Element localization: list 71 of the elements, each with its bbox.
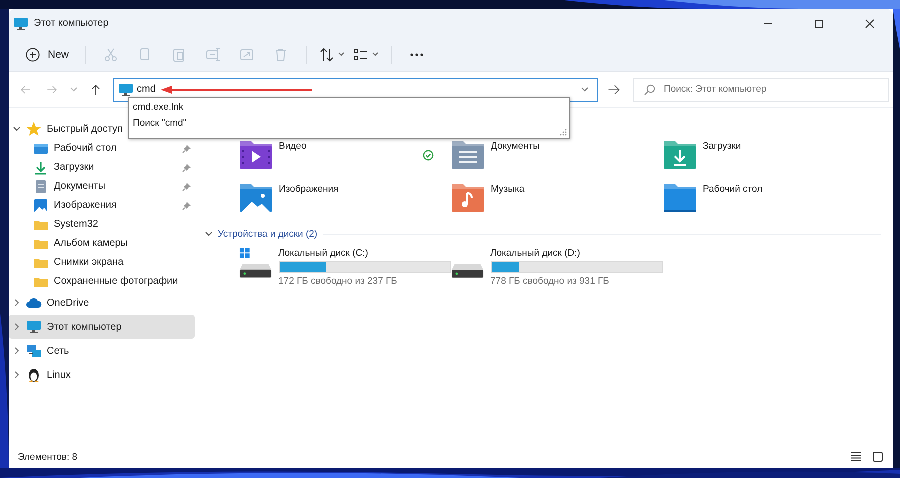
search-icon	[644, 84, 656, 96]
download-folder-icon	[663, 140, 697, 170]
sidebar-item[interactable]: Linux	[9, 363, 71, 387]
new-button[interactable]: New	[17, 42, 78, 68]
chevron-icon[interactable]	[13, 323, 21, 331]
more-icon	[410, 52, 424, 56]
folder-item[interactable]: Загрузки	[663, 140, 875, 183]
new-icon	[25, 46, 41, 62]
video-folder-icon	[239, 140, 273, 170]
document-folder-icon	[451, 140, 485, 170]
sidebar-item[interactable]: Изображения	[9, 196, 195, 215]
maximize-icon	[813, 18, 825, 30]
drive-item[interactable]: Локальный диск (D:) 778 ГБ свободно из 931 ГБ	[451, 248, 663, 287]
chevron-icon[interactable]	[205, 230, 213, 238]
star-icon	[26, 121, 42, 137]
arrow-right-icon	[607, 82, 621, 96]
picture-folder-icon	[239, 183, 273, 213]
share-icon	[239, 46, 256, 62]
folder-item[interactable]: Изображения	[239, 183, 451, 226]
folder-item[interactable]: Музыка	[451, 183, 663, 226]
sidebar-item[interactable]: System32	[9, 215, 195, 234]
details-view-icon	[850, 451, 862, 463]
sidebar-item[interactable]: Сохраненные фотографии	[9, 272, 195, 291]
network-icon	[26, 343, 42, 359]
tiles-view-icon	[872, 451, 884, 463]
sidebar-item[interactable]: Документы	[9, 177, 195, 196]
section-header: Устройства и диски (2)	[218, 228, 318, 240]
folder-item[interactable]: Видео	[239, 140, 451, 183]
caret-icon[interactable]	[581, 86, 589, 92]
suggestion-item[interactable]: cmd.exe.lnk	[132, 100, 566, 116]
free-space-text: 778 ГБ свободно из 931 ГБ	[490, 276, 610, 287]
resize-grip-icon	[560, 129, 567, 136]
window-title: Этот компьютер	[34, 18, 109, 29]
folder-item[interactable]: Документы	[451, 140, 663, 183]
item-count: Элементов: 8	[18, 452, 78, 462]
computer-icon	[13, 16, 29, 32]
drive-icon	[451, 264, 485, 278]
cut-icon	[103, 46, 120, 62]
caret-icon	[338, 52, 346, 57]
sort-icon	[319, 46, 336, 62]
sidebar-item[interactable]: Альбом камеры	[9, 234, 195, 253]
folder-icon	[663, 183, 697, 213]
close-icon	[864, 18, 876, 30]
computer-icon	[118, 82, 134, 98]
sidebar-item[interactable]: Сеть	[9, 339, 70, 363]
drive-item[interactable]: Локальный диск (C:) 172 ГБ свободно из 237 ГБ	[239, 248, 451, 287]
sidebar-item[interactable]: Загрузки	[9, 158, 195, 177]
caret-icon	[372, 52, 380, 57]
penguin-icon	[26, 367, 42, 383]
sidebar-item[interactable]: Рабочий стол	[9, 139, 195, 158]
folder-item[interactable]: Рабочий стол	[663, 183, 875, 226]
sidebar-item[interactable]: Снимки экрана	[9, 253, 195, 272]
picture-folder-icon	[33, 198, 49, 214]
sidebar-item[interactable]: Этот компьютер	[9, 315, 195, 339]
sidebar-item[interactable]: OneDrive	[9, 291, 90, 315]
document-icon	[33, 178, 49, 194]
paste-icon	[171, 46, 188, 62]
chevron-icon[interactable]	[13, 347, 21, 355]
chevron-icon[interactable]	[13, 125, 21, 133]
system-drive-icon	[239, 248, 273, 278]
sidebar-item[interactable]: Быстрый доступ	[9, 119, 123, 139]
music-folder-icon	[451, 183, 485, 213]
list-view-icon	[353, 46, 370, 62]
rename-icon	[205, 46, 222, 62]
download-icon	[33, 160, 49, 176]
computer-icon	[26, 319, 42, 335]
chevron-icon[interactable]	[13, 371, 21, 379]
free-space-text: 172 ГБ свободно из 237 ГБ	[278, 276, 398, 287]
search-field[interactable]: Поиск: Этот компьютер	[633, 78, 889, 102]
chevron-icon[interactable]	[13, 299, 21, 307]
suggestion-item[interactable]: Поиск "cmd"	[132, 116, 566, 132]
